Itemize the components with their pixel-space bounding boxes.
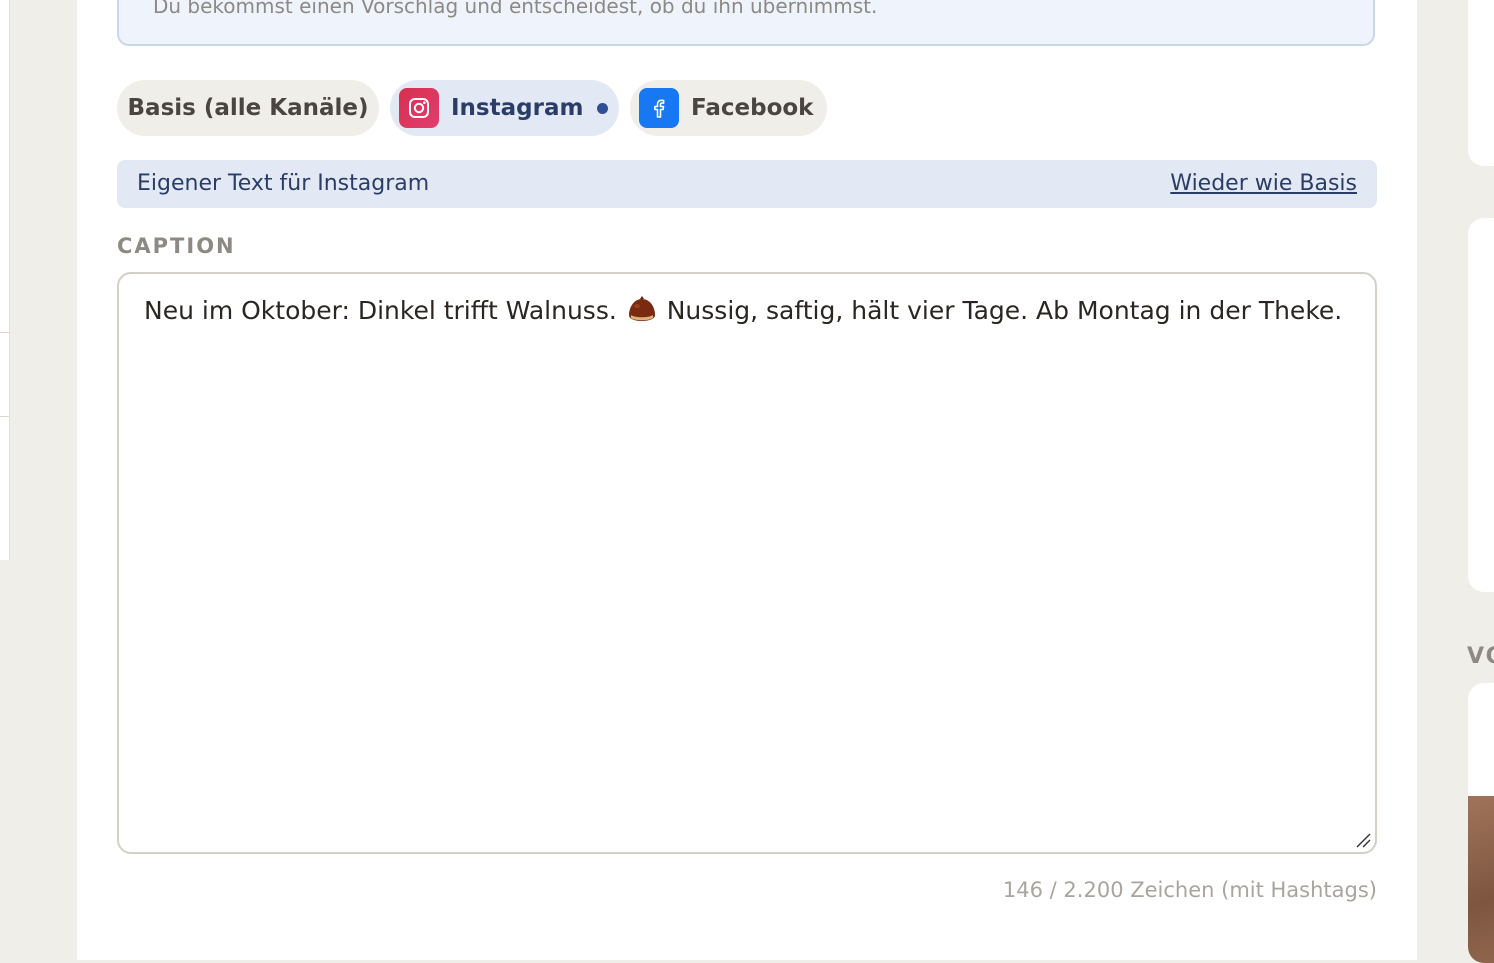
channel-tab-instagram[interactable]: Instagram	[390, 80, 619, 136]
facebook-icon	[639, 88, 679, 128]
reset-to-basis-link[interactable]: Wieder wie Basis	[1170, 171, 1357, 196]
preview-card	[1468, 683, 1494, 963]
info-box: Du bekommst einen Vorschlag und entschei…	[117, 0, 1375, 46]
caption-label: CAPTION	[117, 234, 236, 258]
chestnut-emoji-icon	[627, 296, 657, 324]
resize-handle-icon[interactable]	[1355, 832, 1371, 848]
channel-tab-label: Facebook	[691, 95, 814, 121]
info-text: Du bekommst einen Vorschlag und entschei…	[153, 0, 878, 18]
preview-image	[1468, 796, 1494, 963]
custom-text-label: Eigener Text für Instagram	[137, 171, 430, 196]
caption-textarea[interactable]: Neu im Oktober: Dinkel trifft Walnuss. N…	[117, 272, 1377, 854]
unsaved-changes-dot	[597, 102, 609, 114]
character-counter: 146 / 2.200 Zeichen (mit Hashtags)	[1002, 878, 1377, 902]
caption-text-end: Nussig, saftig, hält vier Tage. Ab Monta…	[666, 296, 1343, 325]
channel-tab-label: Basis (alle Kanäle)	[127, 95, 369, 121]
channel-tab-label: Instagram	[451, 95, 584, 121]
side-section-heading: VO	[1467, 644, 1494, 669]
channel-tab-facebook[interactable]: Facebook	[630, 80, 827, 136]
sidebar-divider	[0, 332, 9, 333]
channel-tab-basis[interactable]: Basis (alle Kanäle)	[117, 80, 379, 136]
caption-text-start: Neu im Oktober: Dinkel trifft Walnuss.	[144, 296, 617, 325]
left-sidebar	[0, 0, 10, 560]
side-card	[1468, 0, 1494, 166]
side-card	[1468, 218, 1494, 592]
sidebar-divider	[0, 416, 9, 417]
custom-text-bar: Eigener Text für Instagram Wieder wie Ba…	[117, 160, 1377, 208]
caption-text: Neu im Oktober: Dinkel trifft Walnuss. N…	[144, 296, 1342, 325]
instagram-icon	[399, 88, 439, 128]
